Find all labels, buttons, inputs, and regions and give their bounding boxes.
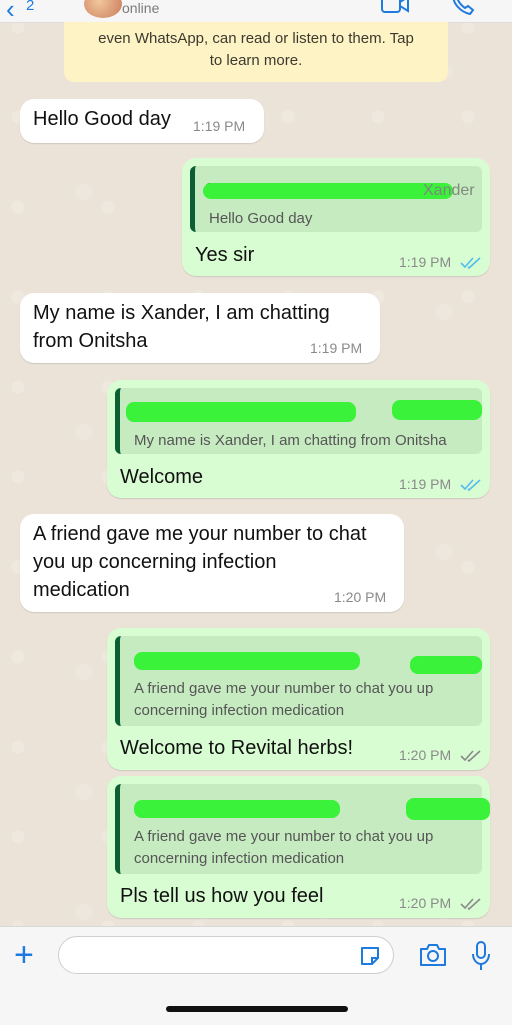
microphone-icon[interactable] bbox=[470, 940, 492, 972]
read-ticks-icon bbox=[460, 257, 481, 270]
message-input[interactable] bbox=[58, 936, 394, 974]
quote-text-line-2: concerning infection medication bbox=[134, 850, 345, 867]
quoted-reply[interactable]: My name is Xander, I am chatting from On… bbox=[115, 388, 482, 454]
message-time: 1:19 PM bbox=[399, 254, 452, 270]
video-call-icon[interactable] bbox=[380, 0, 410, 16]
quoted-reply[interactable]: Xander Hello Good day bbox=[190, 166, 482, 232]
message-time: 1:19 PM bbox=[193, 118, 246, 134]
quote-text: My name is Xander, I am chatting from On… bbox=[134, 432, 447, 449]
outgoing-message[interactable]: My name is Xander, I am chatting from On… bbox=[107, 380, 490, 498]
quote-text: Hello Good day bbox=[209, 210, 313, 227]
message-text: Hello Good day bbox=[33, 108, 171, 130]
quoted-reply[interactable]: A friend gave me your number to chat you… bbox=[115, 784, 490, 874]
contact-status: online bbox=[122, 0, 160, 16]
chat-header: ‹ 2 online bbox=[0, 0, 512, 25]
message-text-line-1: My name is Xander, I am chatting bbox=[33, 302, 330, 324]
avatar[interactable] bbox=[84, 0, 122, 18]
message-time: 1:20 PM bbox=[334, 589, 387, 605]
message-text: Welcome bbox=[120, 466, 203, 488]
redaction-mark bbox=[126, 402, 356, 422]
redaction-mark bbox=[410, 656, 482, 674]
redaction-mark bbox=[392, 400, 482, 420]
message-text-line-1: A friend gave me your number to chat bbox=[33, 523, 367, 545]
redaction-mark bbox=[134, 652, 360, 670]
back-unread-count[interactable]: 2 bbox=[26, 0, 34, 14]
quote-text-line-1: A friend gave me your number to chat you… bbox=[134, 680, 434, 697]
incoming-message[interactable]: Hello Good day 1:19 PM bbox=[20, 99, 264, 143]
message-time: 1:19 PM bbox=[399, 476, 452, 492]
attach-plus-icon[interactable]: + bbox=[14, 938, 34, 972]
message-time: 1:20 PM bbox=[399, 895, 452, 911]
read-ticks-icon bbox=[460, 479, 481, 492]
redaction-mark bbox=[406, 798, 490, 820]
incoming-message[interactable]: A friend gave me your number to chat you… bbox=[20, 514, 404, 612]
message-text: Welcome to Revital herbs! bbox=[120, 737, 354, 759]
message-time: 1:20 PM bbox=[399, 747, 452, 763]
outgoing-message[interactable]: Xander Hello Good day Yes sir 1:19 PM bbox=[182, 158, 490, 276]
delivered-ticks-icon bbox=[460, 898, 481, 911]
quote-text-line-1: A friend gave me your number to chat you… bbox=[134, 828, 434, 845]
outgoing-message[interactable]: A friend gave me your number to chat you… bbox=[107, 776, 490, 918]
quote-sender: Xander bbox=[423, 182, 475, 199]
message-text-line-3: medication bbox=[33, 579, 130, 601]
home-indicator[interactable] bbox=[166, 1006, 348, 1012]
message-text: Yes sir bbox=[195, 244, 255, 266]
encryption-notice[interactable]: even WhatsApp, can read or listen to the… bbox=[64, 22, 448, 82]
message-time: 1:19 PM bbox=[310, 340, 363, 356]
quoted-reply[interactable]: A friend gave me your number to chat you… bbox=[115, 636, 482, 726]
message-text-line-2: you up concerning infection bbox=[33, 551, 277, 573]
back-chevron-icon[interactable]: ‹ bbox=[6, 0, 15, 25]
camera-icon[interactable] bbox=[418, 942, 448, 968]
voice-call-icon[interactable] bbox=[450, 0, 476, 16]
delivered-ticks-icon bbox=[460, 750, 481, 763]
message-text-line-2: from Onitsha bbox=[33, 330, 148, 352]
sticker-icon[interactable] bbox=[358, 944, 382, 968]
outgoing-message[interactable]: A friend gave me your number to chat you… bbox=[107, 628, 490, 770]
incoming-message[interactable]: My name is Xander, I am chatting from On… bbox=[20, 293, 380, 363]
quote-text-line-2: concerning infection medication bbox=[134, 702, 345, 719]
redaction-mark bbox=[203, 183, 453, 199]
notice-line-2: to learn more. bbox=[209, 52, 303, 69]
redaction-mark bbox=[134, 800, 340, 818]
notice-line-1: even WhatsApp, can read or listen to the… bbox=[98, 30, 414, 47]
message-text: Pls tell us how you feel bbox=[120, 885, 324, 907]
